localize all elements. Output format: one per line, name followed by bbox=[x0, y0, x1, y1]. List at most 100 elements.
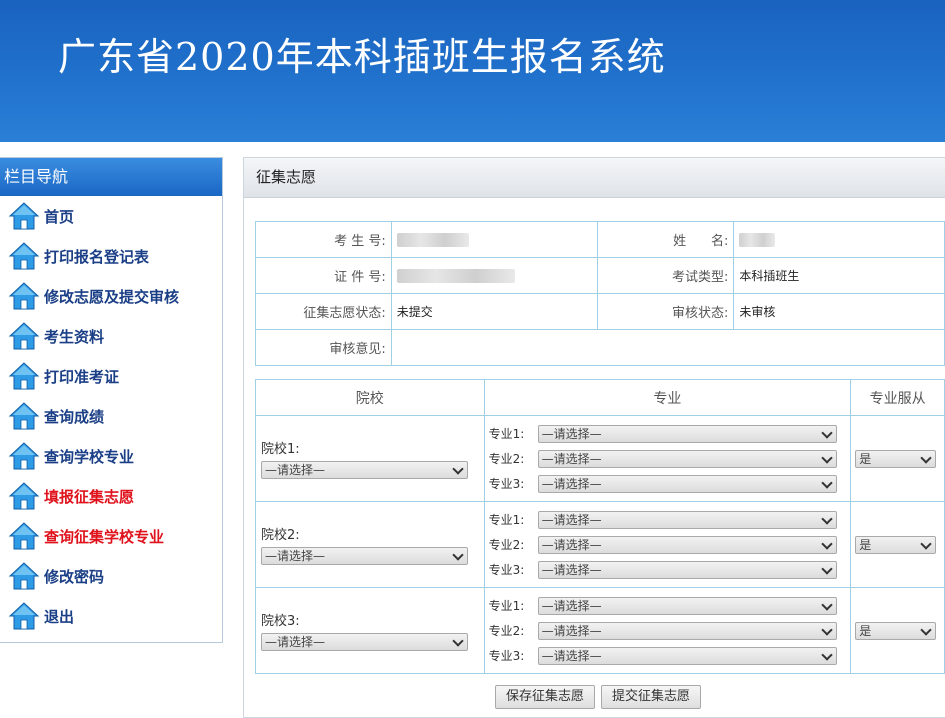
major-cell: 专业1: —请选择— 专业2: —请选择— 专业3: —请选择— bbox=[483, 501, 852, 588]
major-label: 专业2: bbox=[488, 624, 525, 638]
nav-item-3[interactable]: 考生资料 bbox=[0, 316, 222, 356]
sidebar-title: 栏目导航 bbox=[0, 158, 222, 196]
home-icon bbox=[8, 441, 40, 471]
nav-item-10[interactable]: 退出 bbox=[0, 596, 222, 636]
school-label: 院校1: bbox=[261, 442, 300, 457]
submit-button[interactable]: 提交征集志愿 bbox=[601, 685, 702, 709]
major-row: 专业2: —请选择— bbox=[485, 446, 851, 471]
nav-item-label: 查询学校专业 bbox=[44, 447, 135, 466]
panel-title: 征集志愿 bbox=[244, 158, 945, 198]
name-label: 姓 名: bbox=[596, 221, 735, 258]
school-label: 院校2: bbox=[261, 528, 300, 543]
follow-select[interactable]: 是 bbox=[855, 449, 937, 468]
home-icon bbox=[8, 281, 40, 311]
follow-select[interactable]: 是 bbox=[855, 621, 937, 640]
home-icon bbox=[8, 321, 40, 351]
col-major-header: 专业 bbox=[483, 379, 852, 416]
major-select[interactable]: —请选择— bbox=[537, 510, 837, 529]
opinion-value bbox=[390, 329, 945, 366]
major-label: 专业1: bbox=[488, 599, 525, 613]
exam-type-label: 考试类型: bbox=[596, 257, 735, 294]
school-select[interactable]: —请选择— bbox=[261, 633, 468, 651]
exam-no-label: 考 生 号: bbox=[255, 221, 392, 258]
nav-item-label: 打印报名登记表 bbox=[44, 247, 150, 266]
nav-item-9[interactable]: 修改密码 bbox=[0, 556, 222, 596]
exam-no-value bbox=[390, 221, 598, 258]
nav-item-6[interactable]: 查询学校专业 bbox=[0, 436, 222, 476]
major-cell: 专业1: —请选择— 专业2: —请选择— 专业3: —请选择— bbox=[483, 415, 852, 502]
status-value: 未提交 bbox=[390, 293, 598, 330]
school-cell: 院校3: —请选择— bbox=[255, 587, 485, 674]
major-label: 专业1: bbox=[488, 513, 525, 527]
major-label: 专业3: bbox=[488, 563, 525, 577]
home-icon bbox=[8, 521, 40, 551]
major-select[interactable]: —请选择— bbox=[537, 424, 837, 443]
opinion-label: 审核意见: bbox=[255, 329, 392, 366]
school-label: 院校3: bbox=[261, 614, 300, 629]
review-label: 审核状态: bbox=[596, 293, 735, 330]
nav-item-label: 填报征集志愿 bbox=[44, 487, 135, 506]
volunteer-row: 院校3: —请选择— 专业1: —请选择— 专业2: —请选择— 专业3: —请选择— 是 bbox=[255, 587, 945, 674]
id-value bbox=[390, 257, 598, 294]
nav-item-4[interactable]: 打印准考证 bbox=[0, 356, 222, 396]
volunteer-table: 院校 专业 专业服从 院校1: —请选择— 专业1: —请选择— 专业2: —请选择— 专业… bbox=[255, 379, 945, 674]
major-select[interactable]: —请选择— bbox=[537, 596, 837, 615]
nav-item-0[interactable]: 首页 bbox=[0, 196, 222, 236]
major-select[interactable]: —请选择— bbox=[537, 449, 837, 468]
major-select[interactable]: —请选择— bbox=[537, 560, 837, 579]
action-buttons: 保存征集志愿 提交征集志愿 bbox=[495, 685, 702, 709]
major-cell: 专业1: —请选择— 专业2: —请选择— 专业3: —请选择— bbox=[483, 587, 852, 674]
home-icon bbox=[8, 241, 40, 271]
follow-cell: 是 bbox=[850, 501, 945, 588]
major-label: 专业2: bbox=[488, 452, 525, 466]
nav-item-2[interactable]: 修改志愿及提交审核 bbox=[0, 276, 222, 316]
status-label: 征集志愿状态: bbox=[255, 293, 392, 330]
nav-item-5[interactable]: 查询成绩 bbox=[0, 396, 222, 436]
follow-cell: 是 bbox=[850, 587, 945, 674]
col-school-header: 院校 bbox=[255, 379, 485, 416]
id-label: 证 件 号: bbox=[255, 257, 392, 294]
major-row: 专业2: —请选择— bbox=[485, 618, 851, 643]
nav-item-1[interactable]: 打印报名登记表 bbox=[0, 236, 222, 276]
school-select[interactable]: —请选择— bbox=[261, 547, 468, 565]
save-button[interactable]: 保存征集志愿 bbox=[495, 685, 596, 709]
home-icon bbox=[8, 201, 40, 231]
follow-select[interactable]: 是 bbox=[855, 535, 937, 554]
candidate-info-table: 考 生 号: 姓 名: 证 件 号: 考试类型: 本科插班生 征集志愿状态: 未… bbox=[255, 221, 945, 366]
major-label: 专业2: bbox=[488, 538, 525, 552]
volunteer-row: 院校2: —请选择— 专业1: —请选择— 专业2: —请选择— 专业3: —请选择— 是 bbox=[255, 501, 945, 588]
home-icon bbox=[8, 601, 40, 631]
major-label: 专业3: bbox=[488, 477, 525, 491]
major-label: 专业3: bbox=[488, 649, 525, 663]
nav-item-label: 考生资料 bbox=[44, 327, 105, 346]
nav-item-label: 查询成绩 bbox=[44, 407, 105, 426]
home-icon bbox=[8, 361, 40, 391]
school-cell: 院校1: —请选择— bbox=[255, 415, 485, 502]
major-select[interactable]: —请选择— bbox=[537, 621, 837, 640]
name-value bbox=[733, 221, 945, 258]
major-row: 专业1: —请选择— bbox=[485, 421, 851, 446]
nav-item-8[interactable]: 查询征集学校专业 bbox=[0, 516, 222, 556]
major-select[interactable]: —请选择— bbox=[537, 535, 837, 554]
major-row: 专业3: —请选择— bbox=[485, 471, 851, 496]
col-follow-header: 专业服从 bbox=[850, 379, 945, 416]
nav-list: 首页打印报名登记表修改志愿及提交审核 考生资料打印准考证查询成绩查询学校专业 填报征… bbox=[0, 196, 222, 636]
major-row: 专业3: —请选择— bbox=[485, 643, 851, 668]
nav-item-label: 修改密码 bbox=[44, 567, 105, 586]
major-row: 专业3: —请选择— bbox=[485, 557, 851, 582]
major-row: 专业2: —请选择— bbox=[485, 532, 851, 557]
major-row: 专业1: —请选择— bbox=[485, 507, 851, 532]
review-value: 未审核 bbox=[733, 293, 945, 330]
nav-item-7[interactable]: 填报征集志愿 bbox=[0, 476, 222, 516]
major-row: 专业1: —请选择— bbox=[485, 593, 851, 618]
nav-item-label: 修改志愿及提交审核 bbox=[44, 287, 180, 306]
header-banner: 广东省2020年本科插班生报名系统 bbox=[0, 0, 945, 142]
major-label: 专业1: bbox=[488, 427, 525, 441]
major-select[interactable]: —请选择— bbox=[537, 646, 837, 665]
volunteer-row: 院校1: —请选择— 专业1: —请选择— 专业2: —请选择— 专业3: —请选择— 是 bbox=[255, 415, 945, 502]
major-select[interactable]: —请选择— bbox=[537, 474, 837, 493]
nav-item-label: 打印准考证 bbox=[44, 367, 120, 386]
school-select[interactable]: —请选择— bbox=[261, 461, 468, 479]
nav-item-label: 退出 bbox=[44, 607, 75, 626]
main-panel: 征集志愿 考 生 号: 姓 名: 证 件 号: 考试类型: 本科插班生 征集志愿… bbox=[243, 157, 945, 718]
